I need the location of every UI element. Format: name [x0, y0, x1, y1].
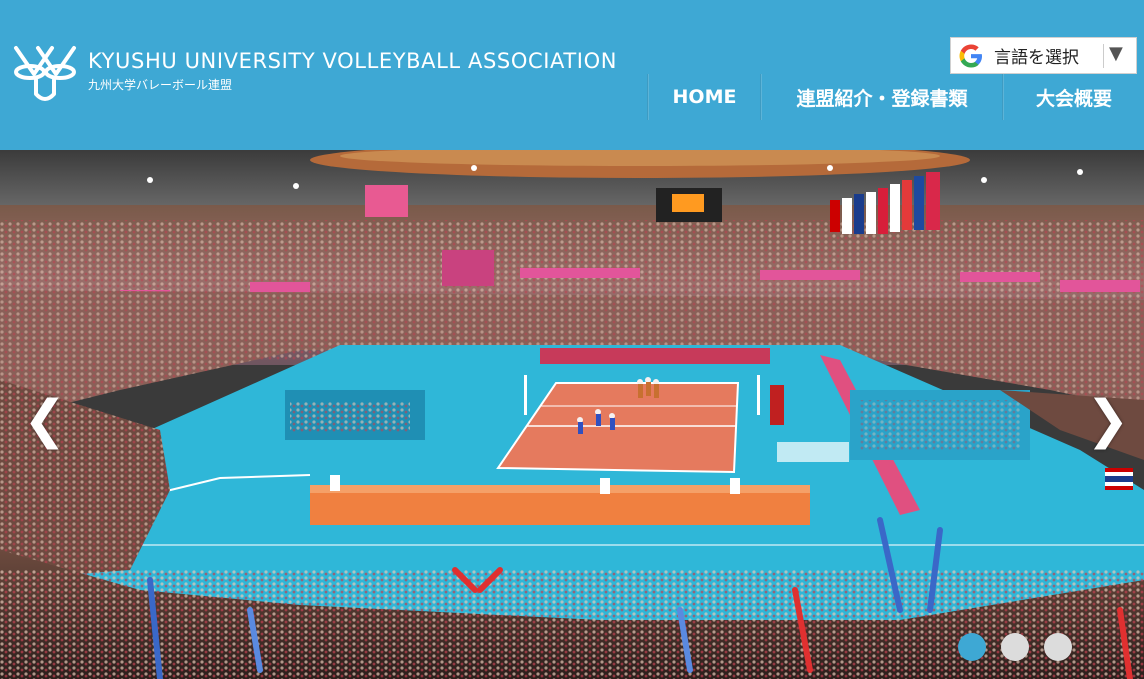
selector-divider [1103, 44, 1104, 68]
slider-dot-1[interactable] [958, 633, 986, 661]
google-g-icon [959, 44, 982, 67]
slider-next-arrow-icon[interactable]: ❯ [1086, 390, 1130, 450]
dropdown-arrow-icon[interactable]: ▼ [1109, 43, 1123, 64]
volleyball-arena-photo [0, 150, 1144, 679]
brand-title-en[interactable]: KYUSHU UNIVERSITY VOLLEYBALL ASSOCIATION [88, 51, 617, 72]
nav-item-events[interactable]: 大会概要 [1004, 74, 1144, 120]
nav-item-about[interactable]: 連盟紹介・登録書類 [762, 74, 1002, 120]
language-selector[interactable]: 言語を選択 ▼ [950, 37, 1137, 74]
slider-pagination [958, 633, 1072, 661]
hero-slider [0, 150, 1144, 679]
nav-item-home[interactable]: HOME [649, 74, 760, 120]
slider-dot-2[interactable] [1001, 633, 1029, 661]
brand-title-ja: 九州大学バレーボール連盟 [88, 78, 233, 92]
slider-dot-3[interactable] [1044, 633, 1072, 661]
language-selector-label: 言語を選択 [994, 48, 1079, 68]
main-nav: HOME 連盟紹介・登録書類 大会概要 [647, 74, 1144, 120]
site-header: KYUSHU UNIVERSITY VOLLEYBALL ASSOCIATION… [0, 0, 1144, 150]
volleyball-association-logo[interactable] [12, 42, 78, 106]
slider-prev-arrow-icon[interactable]: ❮ [23, 390, 67, 450]
